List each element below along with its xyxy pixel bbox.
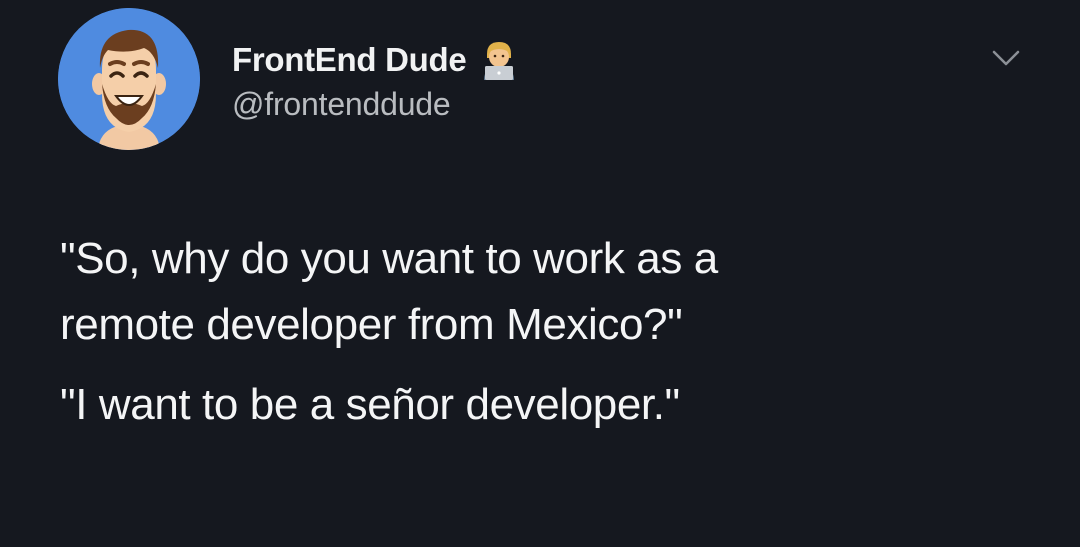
bearded-man-avatar-icon[interactable] bbox=[58, 8, 200, 150]
tweet-card: FrontEnd Dude @frontenddude "So, why do … bbox=[0, 0, 1080, 547]
chevron-down-icon[interactable] bbox=[988, 44, 1024, 72]
author-display-name[interactable]: FrontEnd Dude bbox=[232, 41, 467, 79]
author-handle[interactable]: @frontenddude bbox=[232, 86, 451, 123]
author-name-row: FrontEnd Dude bbox=[232, 38, 518, 82]
tweet-body: "So, why do you want to work as a remote… bbox=[60, 226, 1040, 438]
tweet-paragraph-2: "I want to be a señor developer." bbox=[60, 380, 680, 429]
developer-at-laptop-emoji-icon bbox=[480, 40, 518, 80]
tweet-paragraph-1: "So, why do you want to work as a remote… bbox=[60, 226, 1040, 358]
tweet-line: remote developer from Mexico?" bbox=[60, 300, 683, 349]
tweet-line: "So, why do you want to work as a bbox=[60, 234, 718, 283]
